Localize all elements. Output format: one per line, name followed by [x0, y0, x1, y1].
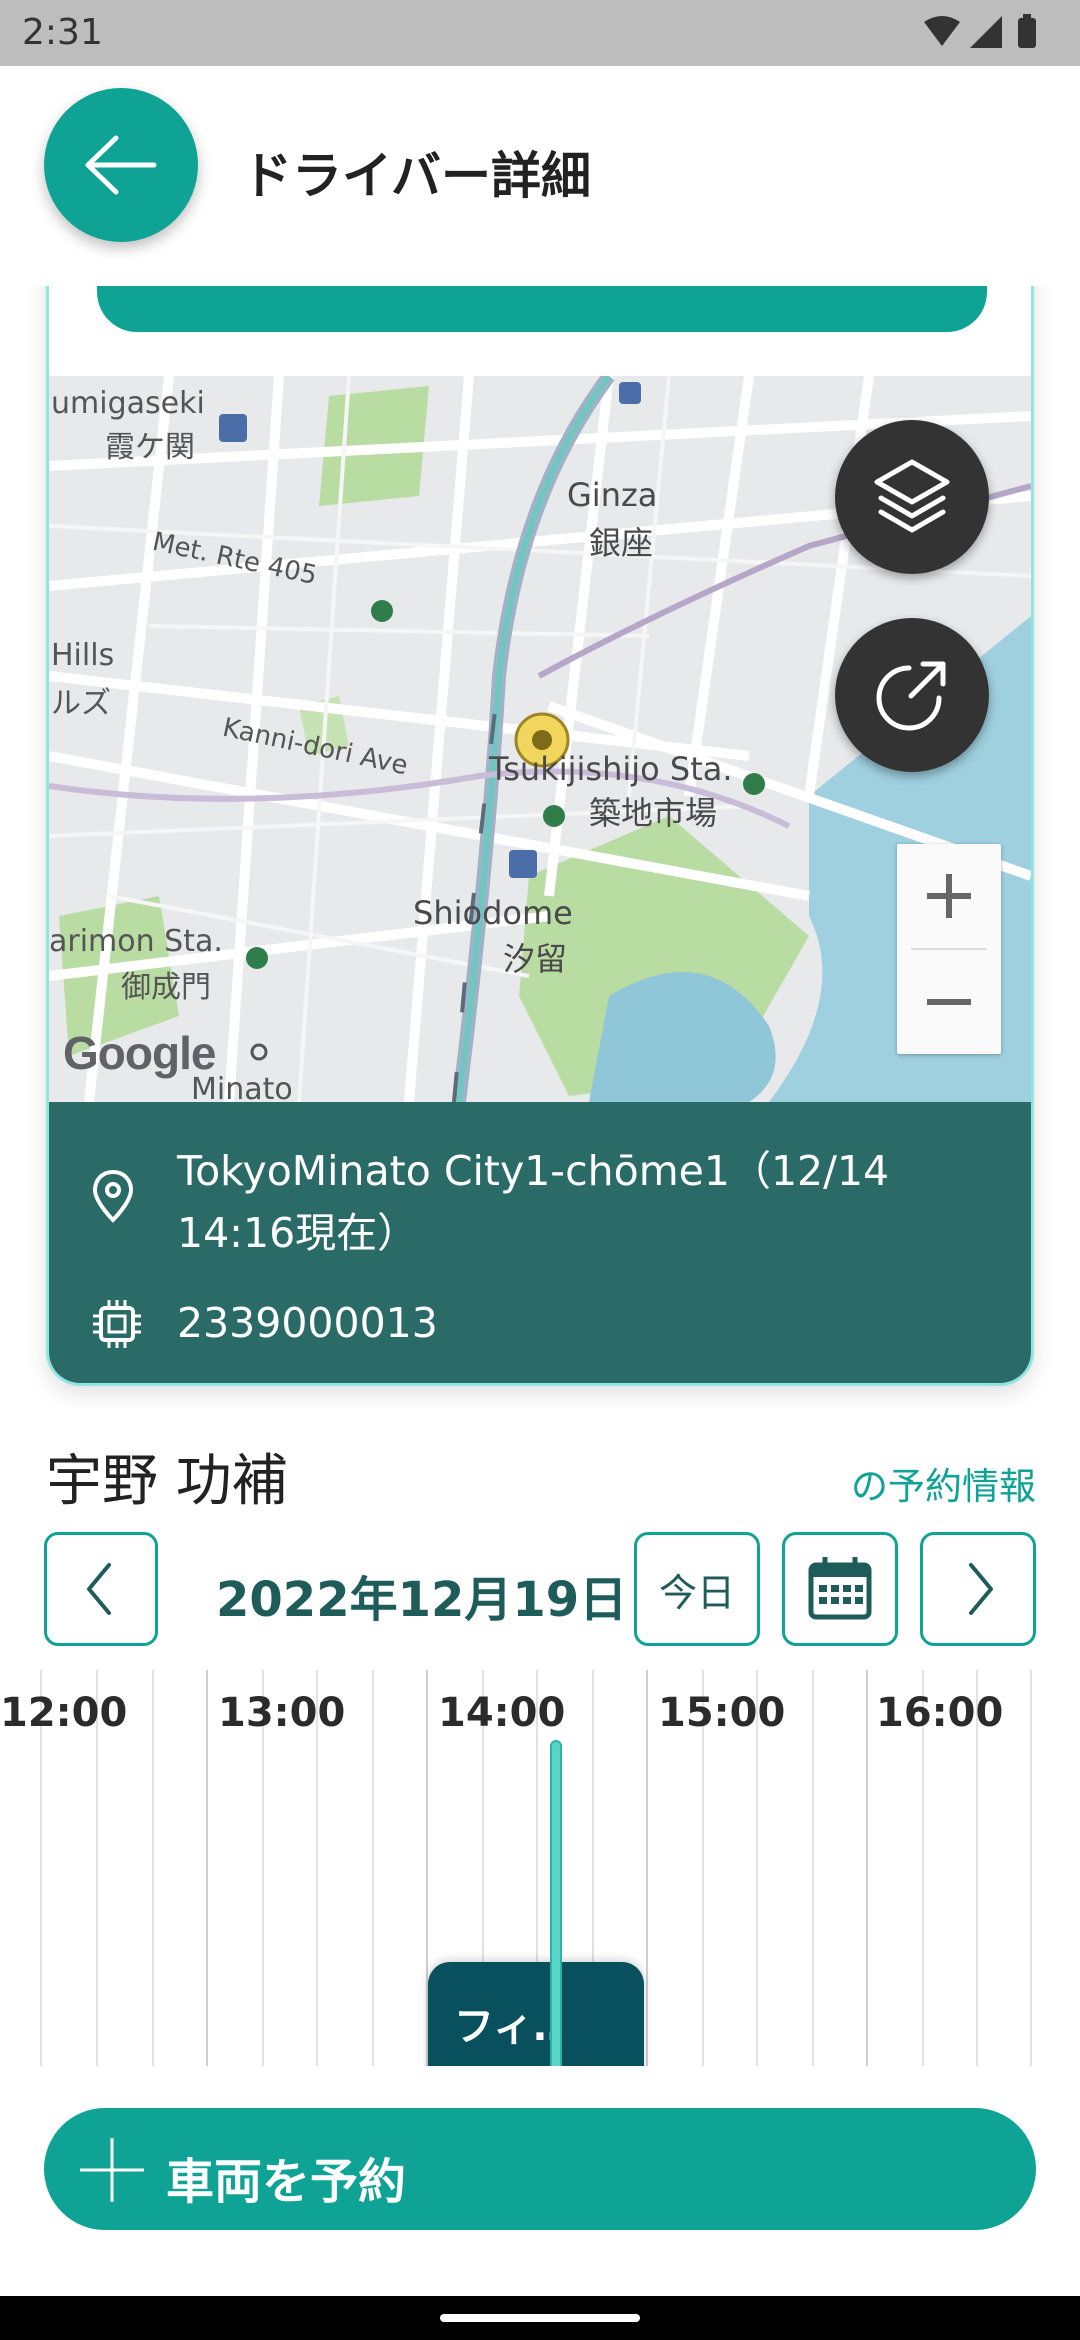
book-vehicle-button[interactable]: 車両を予約 — [44, 2108, 1036, 2230]
map-label: 築地市場 — [589, 794, 718, 832]
previous-day-button[interactable] — [44, 1532, 158, 1646]
timeline-gridline — [152, 1670, 154, 2066]
zoom-in-button[interactable] — [897, 844, 1001, 948]
layers-icon — [874, 459, 950, 533]
status-icons — [922, 14, 1042, 56]
zoom-control — [897, 844, 1001, 1054]
hour-label: 16:00 — [876, 1690, 1004, 1736]
timeline-gridline — [1030, 1670, 1032, 2066]
system-nav-bar — [0, 2296, 1080, 2340]
today-button-label: 今日 — [658, 1570, 735, 1615]
battery-icon — [1018, 18, 1036, 48]
chip-icon — [91, 1298, 143, 1354]
map-label: 銀座 — [589, 524, 654, 562]
chevron-right-icon — [969, 1563, 993, 1615]
screen: 2:31 ドライバー詳細 umigaseki 霞ケ関 Ginza 銀座 Met.… — [0, 0, 1080, 2340]
reservation-info-label: の予約情報 — [851, 1465, 1036, 1508]
open-external-button[interactable] — [835, 618, 989, 772]
hour-label: 12:00 — [0, 1690, 128, 1736]
vehicle-info-panel: TokyoMinato City1-chōme1（12/14 14:16現在） … — [49, 1102, 1031, 1383]
hour-label: 13:00 — [218, 1690, 346, 1736]
map-label: 御成門 — [121, 970, 211, 1005]
hour-label: 14:00 — [438, 1690, 566, 1736]
location-text: TokyoMinato City1-chōme1（12/14 14:16現在） — [177, 1140, 1007, 1264]
location-line-1: TokyoMinato City1-chōme1（12/14 — [177, 1147, 890, 1195]
hour-label: 15:00 — [658, 1690, 786, 1736]
signal-icon — [970, 16, 1002, 48]
timeline-gridline — [206, 1670, 208, 2066]
map-label: 汐留 — [503, 940, 568, 978]
device-id: 2339000013 — [177, 1299, 438, 1347]
status-bar: 2:31 — [0, 0, 1080, 66]
current-time-indicator — [550, 1740, 562, 2066]
chevron-left-icon — [87, 1563, 111, 1615]
page-title: ドライバー詳細 — [242, 147, 591, 205]
map-label: arimon Sta. — [49, 924, 223, 959]
map-view[interactable]: umigaseki 霞ケ関 Ginza 銀座 Met. Rte 405 Hill… — [49, 376, 1031, 1102]
map-label: Ginza — [567, 476, 658, 514]
wifi-icon — [924, 16, 960, 46]
timeline-gridline — [372, 1670, 374, 2066]
reservation-timeline[interactable]: 12:00 13:00 14:00 15:00 16:00 フィ‥ — [0, 1670, 1080, 2066]
map-label: umigaseki — [51, 386, 205, 421]
plus-icon — [927, 874, 971, 918]
timeline-gridline — [646, 1670, 648, 2066]
today-button[interactable]: 今日 — [634, 1532, 760, 1646]
home-gesture-handle[interactable] — [440, 2314, 640, 2322]
map-label: ルズ — [51, 686, 111, 721]
minus-icon — [927, 999, 971, 1005]
layers-button[interactable] — [835, 420, 989, 574]
google-logo: Google — [63, 1027, 216, 1079]
map-label: Hills — [51, 638, 115, 673]
location-pin-icon — [91, 1168, 135, 1228]
timeline-gridline — [866, 1670, 868, 2066]
book-vehicle-label: 車両を予約 — [166, 2154, 407, 2210]
plus-icon — [80, 2138, 144, 2202]
map-label: 霞ケ関 — [105, 430, 195, 465]
booking-label: フィ‥ — [454, 2004, 560, 2050]
location-line-2: 14:16現在） — [177, 1209, 419, 1257]
driver-name: 宇野 功補 — [46, 1449, 288, 1514]
status-time: 2:31 — [22, 12, 103, 53]
timeline-gridline — [812, 1670, 814, 2066]
booking-block[interactable]: フィ‥ — [428, 1962, 644, 2066]
zoom-out-button[interactable] — [897, 950, 1001, 1054]
app-header: ドライバー詳細 — [0, 66, 1080, 286]
external-link-icon — [876, 661, 946, 731]
next-day-button[interactable] — [920, 1532, 1036, 1646]
map-label: Shiodome — [413, 894, 573, 932]
driver-card: umigaseki 霞ケ関 Ginza 銀座 Met. Rte 405 Hill… — [46, 200, 1034, 1386]
calendar-button[interactable] — [782, 1532, 898, 1646]
back-button[interactable] — [44, 88, 198, 242]
calendar-icon — [808, 1557, 872, 1620]
current-date: 2022年12月19日 — [216, 1572, 628, 1628]
map-label: Tsukijishijo Sta. — [489, 750, 733, 788]
arrow-left-icon — [85, 135, 157, 195]
